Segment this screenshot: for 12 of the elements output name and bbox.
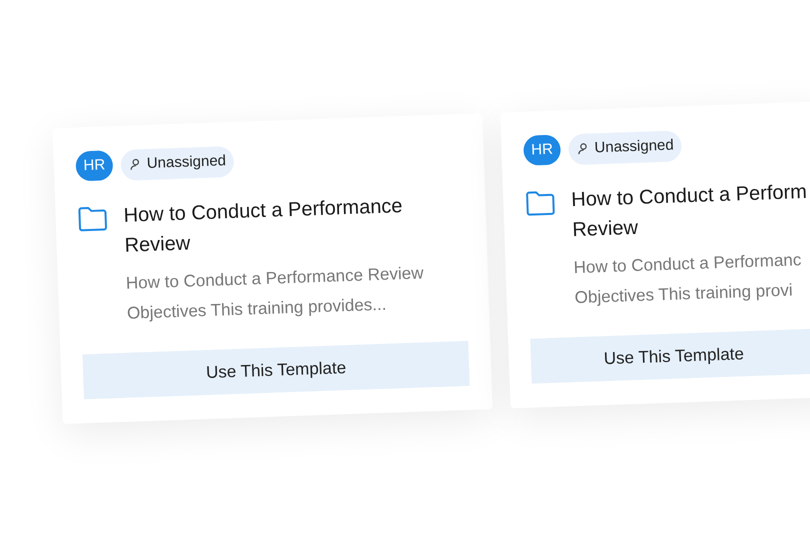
use-template-button[interactable]: Use This Template bbox=[82, 340, 470, 400]
template-description: How to Conduct a Performance Review Objectives This training provides... bbox=[125, 262, 425, 324]
template-title: How to Conduct a Perform Review bbox=[570, 179, 808, 243]
hr-badge: HR bbox=[523, 134, 562, 166]
folder-icon bbox=[77, 204, 108, 232]
assignee-tag: Unassigned bbox=[120, 146, 235, 180]
assignee-tag: Unassigned bbox=[568, 130, 682, 165]
folder-icon bbox=[524, 189, 556, 216]
template-title: How to Conduct a Performance Review bbox=[123, 194, 404, 258]
use-template-button[interactable]: Use This Template bbox=[530, 328, 810, 384]
template-description: How to Conduct a Performanc Objectives This training provi bbox=[573, 248, 803, 309]
hr-badge: HR bbox=[75, 150, 114, 182]
